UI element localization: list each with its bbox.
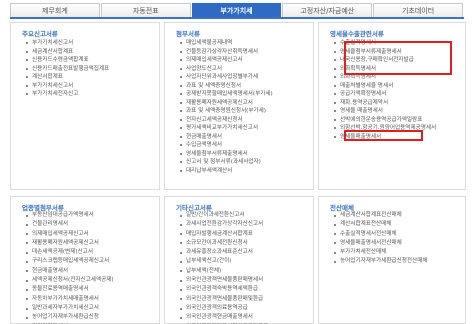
panel-industry-attachments: 업종별첨부서류 부동산임대공급가액명세서 건물관리명세서 의제매입세액공제신고서 재활… (10, 196, 160, 324)
menu-item[interactable]: 영세율첨부서류제출명세서 (165, 150, 313, 159)
menu-item[interactable]: 영세율첨부서류제출명세서 (319, 48, 465, 57)
menu-item[interactable]: 부가가치세신고서 (11, 82, 159, 91)
panel-title: 주요신고서류 (22, 30, 58, 38)
menu-item[interactable]: 자동차부가가치세매출명세서 (11, 295, 159, 304)
menu-item[interactable]: 세금계산서합계표 (11, 48, 159, 57)
menu-item[interactable]: 과세사업전환감가상각자산신고서 (165, 220, 313, 229)
menu-item[interactable]: 계산서합계표전산매체 (319, 220, 465, 229)
top-tab-bar: 제무회계 자동전표 부가가치세 고정자산/자금예산 기초데이터 (10, 3, 464, 19)
menu-item[interactable]: 외화획득명세서 (319, 65, 465, 74)
panel-electronic-media: 전산매체 세금계산서합계표전산매체 계산서합계표전산매체 수출실적명세서전산매체 영세… (318, 196, 466, 324)
menu-list: 일반/간이과세전환신고서 과세사업전환감가상각자산신고서 매입자발행세금계산서합계표… (165, 211, 313, 324)
menu-item[interactable]: 공급가액확정명세서 (319, 90, 465, 99)
menu-item[interactable]: 외국인관광객현금매출명세서 (165, 313, 313, 322)
menu-item[interactable]: 사업자단위과세사업장별부가세 (165, 73, 313, 82)
menu-item[interactable]: 일반/간이과세전환신고서 (165, 211, 313, 220)
menu-list: 세금계산서합계표전산매체 계산서합계표전산매체 수출실적명세서전산매체 영세율매출명세… (319, 211, 465, 267)
menu-item[interactable]: 계산서합계표 (11, 73, 159, 82)
menu-item[interactable]: 현금매출명세서 (165, 133, 313, 142)
menu-item[interactable]: 납부세액신고(간이) (165, 257, 313, 266)
tab-auto-voucher[interactable]: 자동전표 (100, 3, 191, 17)
menu-item[interactable]: 세금계산서합계표전산매체 (319, 211, 465, 220)
menu-item[interactable]: 과표 및 세액증명원신청서(부가세) (165, 107, 313, 116)
menu-item[interactable]: 신용카드수령금액합계표 (11, 56, 159, 65)
menu-item[interactable]: 신용카드매출전표발행금액집계표 (11, 65, 159, 74)
menu-item[interactable]: 재활용폐자원세액공제신고서 (165, 99, 313, 108)
menu-item[interactable]: 현금매출명세서 (11, 267, 159, 276)
menu-item[interactable]: 수출실적명세서전산매체 (319, 230, 465, 239)
menu-item[interactable]: 부가가치세신고서 (11, 39, 159, 48)
menu-item[interactable]: 외국인관광객숙박용역세액환급 (165, 285, 313, 294)
menu-item[interactable]: 영세율매출명세서 (319, 133, 465, 142)
menu-item[interactable]: 부가가치세전산매체 (319, 248, 465, 257)
panel-attachments: 첨부서류 매입세액불공제내역 건물등감가상각자산취득명세서 의제매입세액공제신고서 사… (164, 22, 314, 190)
menu-item[interactable]: 신고서 및 첨부서류(과세사업자) (165, 158, 313, 167)
menu-item[interactable]: 부가가치세전자신고 (11, 90, 159, 99)
menu-item[interactable]: 농어업기자재부가세환급신청전산매체 (319, 257, 465, 266)
menu-item[interactable]: 세액공제신청서(전자신고세액공제) (11, 276, 159, 285)
panel-zero-rate-export: 영세율수출관련서류 수출실적명세서 영세율첨부서류제출명세서 내국신용장,구매확인서… (318, 22, 466, 190)
menu-item[interactable]: 전자신고세액공제신청서 (165, 116, 313, 125)
menu-item[interactable]: 의제매입세액공제신고서 (11, 230, 159, 239)
menu-item[interactable]: 건물등감가상각자산취득명세서 (165, 48, 313, 57)
menu-item[interactable]: 영세율 매출명세서 (319, 107, 465, 116)
tab-accounting[interactable]: 제무회계 (10, 3, 100, 17)
menu-item[interactable]: 수입금액명세서 (165, 141, 313, 150)
menu-item[interactable]: 평가세액비교부가가치세신고서 (165, 124, 313, 133)
menu-list: 매입세액불공제내역 건물등감가상각자산취득명세서 의제매입세액공제신고서 사업양도신고… (165, 39, 313, 175)
menu-item[interactable]: 재화.용역공급계약서 (319, 99, 465, 108)
menu-item[interactable]: 대리납부세액계산서 (165, 167, 313, 176)
menu-list: 부가가치세신고서 세금계산서합계표 신용카드수령금액합계표 신용카드매출전표발행금액집… (11, 39, 159, 99)
menu-item[interactable]: 외화획득명세서 (319, 73, 465, 82)
menu-item[interactable]: 영세율매출명세서전산매체 (319, 239, 465, 248)
menu-item[interactable]: 일반과세자부가가치세신고서 (11, 304, 159, 313)
menu-item[interactable]: 구리스크랩등매입세액공제신고서 (11, 257, 159, 266)
menu-item[interactable]: 동물진료용역매출명세서 (11, 285, 159, 294)
menu-item[interactable]: 사업양도신고서 (165, 65, 313, 74)
menu-item[interactable]: 매입세액불공제내역 (165, 39, 313, 48)
menu-item[interactable]: 외국인관광객면세물품판매및환급 (165, 295, 313, 304)
menu-item[interactable]: 부동산임대공급가액명세서 (11, 211, 159, 220)
menu-item[interactable]: 외항선박.항공기.원양어업용역제공명세서 (319, 124, 465, 133)
panel-main-returns: 주요신고서류 부가가치세신고서 세금계산서합계표 신용카드수령금액합계표 신용카드매출… (10, 22, 160, 190)
menu-item[interactable]: 매입자발행세금계산서합계표 (165, 230, 313, 239)
menu-item[interactable]: 과세유흥장소과세표준신고서 (165, 248, 313, 257)
panel-title: 첨부서류 (176, 30, 200, 38)
panel-title: 영세율수출관련서류 (330, 30, 384, 38)
menu-item[interactable]: 수출실적명세서 (319, 39, 465, 48)
tab-fixed-assets[interactable]: 고정자산/자금예산 (282, 3, 373, 17)
menu-item[interactable]: 공제받지못할매입세액명세서(부가세) (165, 90, 313, 99)
menu-item[interactable]: 농어업기자재부가세환급신청 (11, 313, 159, 322)
tab-base-data[interactable]: 기초데이터 (373, 3, 463, 17)
menu-item[interactable]: 매출처별영세율 명세서 (319, 82, 465, 91)
menu-list: 수출실적명세서 영세율첨부서류제출명세서 내국신용장,구매확인서전자발급 외화획득명세… (319, 39, 465, 141)
menu-item[interactable]: 대손세액공제(변제)신고서 (11, 248, 159, 257)
menu-item[interactable]: 납부세액(전체) (165, 267, 313, 276)
menu-item[interactable]: 의제매입세액공제신고서 (165, 56, 313, 65)
menu-item[interactable]: 재활용폐자원세액공제신고서 (11, 239, 159, 248)
menu-item[interactable]: 내국신용장,구매확인서전자발급 (319, 56, 465, 65)
tab-vat[interactable]: 부가가치세 (191, 3, 282, 17)
menu-item[interactable]: 소규모간이과세전환신청서 (165, 239, 313, 248)
menu-item[interactable]: 건물관리명세서 (11, 220, 159, 229)
menu-list: 부동산임대공급가액명세서 건물관리명세서 의제매입세액공제신고서 재활용폐자원세액공제… (11, 211, 159, 324)
menu-item[interactable]: 과표 및 세액증명신청서 (165, 82, 313, 91)
menu-item[interactable]: 선박에의한운송용역공급가액일람표 (319, 116, 465, 125)
menu-item[interactable]: 외국인관광객면세물품판매명세서 (165, 276, 313, 285)
menu-item[interactable]: 외국인관광객의료용역공급 (165, 304, 313, 313)
panel-other-returns: 기타신고서류 일반/간이과세전환신고서 과세사업전환감가상각자산신고서 매입자발행세… (164, 196, 314, 324)
